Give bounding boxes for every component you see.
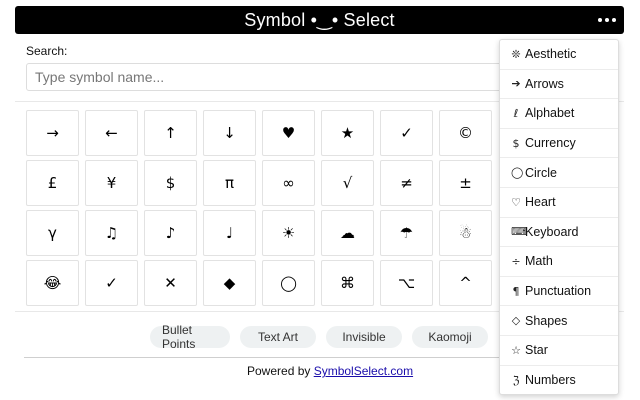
menu-item-label: Punctuation (525, 284, 592, 299)
menu-item-aesthetic[interactable]: ❊ Aesthetic (500, 40, 618, 70)
symbol-cell[interactable]: ✓ (85, 260, 138, 306)
symbol-cell[interactable]: ☁ (321, 210, 374, 256)
symbol-cell[interactable]: ± (439, 160, 492, 206)
footer-link[interactable]: SymbolSelect.com (314, 364, 413, 378)
symbol-cell[interactable]: ⌘ (321, 260, 374, 306)
symbol-cell[interactable]: ⌥ (380, 260, 433, 306)
chip-kaomoji[interactable]: Kaomoji (412, 326, 488, 348)
chip-text-art[interactable]: Text Art (240, 326, 316, 348)
symbol-cell[interactable]: ✓ (380, 110, 433, 156)
more-dot-icon (598, 18, 602, 22)
menu-item-label: Arrows (525, 76, 564, 91)
star-icon: ☆ (511, 343, 521, 357)
symbol-cell[interactable]: ◯ (262, 260, 315, 306)
menu-item-label: Numbers (525, 373, 576, 388)
heart-icon: ♡ (511, 195, 521, 209)
symbol-cell[interactable]: ↓ (203, 110, 256, 156)
more-dot-icon (612, 18, 616, 22)
more-options-button[interactable] (596, 10, 618, 30)
circle-icon: ◯ (511, 166, 524, 180)
footer: Powered by SymbolSelect.com (247, 364, 413, 378)
menu-item-math[interactable]: ÷ Math (500, 247, 618, 277)
symbol-cell[interactable]: ♪ (144, 210, 197, 256)
diamond-icon: ◇ (511, 314, 521, 328)
divider (24, 357, 504, 358)
menu-item-circle[interactable]: ◯ Circle (500, 158, 618, 188)
menu-item-star[interactable]: ☆ Star (500, 336, 618, 366)
menu-item-label: Shapes (525, 313, 568, 328)
symbol-cell[interactable]: © (439, 110, 492, 156)
menu-item-label: Currency (525, 136, 576, 151)
menu-item-keyboard[interactable]: ⌨ Keyboard (500, 218, 618, 248)
menu-item-label: Circle (525, 165, 557, 180)
chip-bullet-points[interactable]: Bullet Points (150, 323, 230, 351)
symbol-cell[interactable]: ◆ (203, 260, 256, 306)
symbol-cell[interactable]: → (26, 110, 79, 156)
menu-item-arrows[interactable]: ➔ Arrows (500, 70, 618, 100)
symbol-cell[interactable]: ← (85, 110, 138, 156)
symbol-cell[interactable]: π (203, 160, 256, 206)
alphabet-icon: ℓ (513, 106, 519, 120)
app-title: Symbol •‿• Select (244, 9, 395, 30)
symbol-cell[interactable]: 😂 (26, 260, 79, 306)
symbol-cell[interactable]: £ (26, 160, 79, 206)
menu-item-label: Heart (525, 195, 556, 210)
symbol-cell[interactable]: √ (321, 160, 374, 206)
arrow-icon: ➔ (511, 77, 521, 91)
symbol-cell[interactable]: ♩ (203, 210, 256, 256)
currency-icon: $ (512, 136, 520, 150)
keyboard-icon: ⌨ (511, 225, 527, 239)
menu-item-label: Aesthetic (525, 47, 577, 62)
search-label: Search: (26, 44, 68, 58)
menu-item-heart[interactable]: ♡ Heart (500, 188, 618, 218)
menu-item-punctuation[interactable]: ¶ Punctuation (500, 277, 618, 307)
menu-item-currency[interactable]: $ Currency (500, 129, 618, 159)
symbol-cell[interactable]: ★ (321, 110, 374, 156)
menu-item-numbers[interactable]: ℨ Numbers (500, 366, 618, 396)
symbol-cell[interactable]: ¥ (85, 160, 138, 206)
search-input[interactable] (26, 63, 526, 91)
symbol-cell[interactable]: ☂ (380, 210, 433, 256)
aesthetic-icon: ❊ (511, 47, 521, 61)
symbol-cell[interactable]: ✕ (144, 260, 197, 306)
symbol-cell[interactable]: γ (26, 210, 79, 256)
menu-item-shapes[interactable]: ◇ Shapes (500, 306, 618, 336)
symbol-cell[interactable]: ♥ (262, 110, 315, 156)
symbol-cell[interactable]: ↑ (144, 110, 197, 156)
numbers-icon: ℨ (512, 373, 520, 387)
symbol-cell[interactable]: ♫ (85, 210, 138, 256)
menu-item-label: Keyboard (525, 224, 579, 239)
symbol-cell[interactable]: ^ (439, 260, 492, 306)
symbol-cell[interactable]: ☃ (439, 210, 492, 256)
more-dot-icon (605, 18, 609, 22)
footer-text: Powered by (247, 364, 314, 378)
chip-invisible[interactable]: Invisible (326, 326, 402, 348)
symbol-cell[interactable]: ≠ (380, 160, 433, 206)
symbol-grid: → ← ↑ ↓ ♥ ★ ✓ © £ ¥ $ π ∞ √ ≠ ± γ ♫ ♪ ♩ … (26, 110, 496, 309)
menu-item-alphabet[interactable]: ℓ Alphabet (500, 99, 618, 129)
category-menu: ❊ Aesthetic ➔ Arrows ℓ Alphabet $ Curren… (499, 39, 619, 395)
pilcrow-icon: ¶ (512, 284, 520, 298)
menu-item-label: Alphabet (525, 106, 575, 121)
divide-icon: ÷ (511, 254, 521, 268)
symbol-cell[interactable]: ∞ (262, 160, 315, 206)
app-header: Symbol •‿• Select (15, 6, 624, 34)
menu-item-label: Star (525, 343, 548, 358)
symbol-cell[interactable]: ☀ (262, 210, 315, 256)
category-chips: Bullet Points Text Art Invisible Kaomoji (150, 323, 488, 351)
menu-item-label: Math (525, 254, 553, 269)
symbol-cell[interactable]: $ (144, 160, 197, 206)
